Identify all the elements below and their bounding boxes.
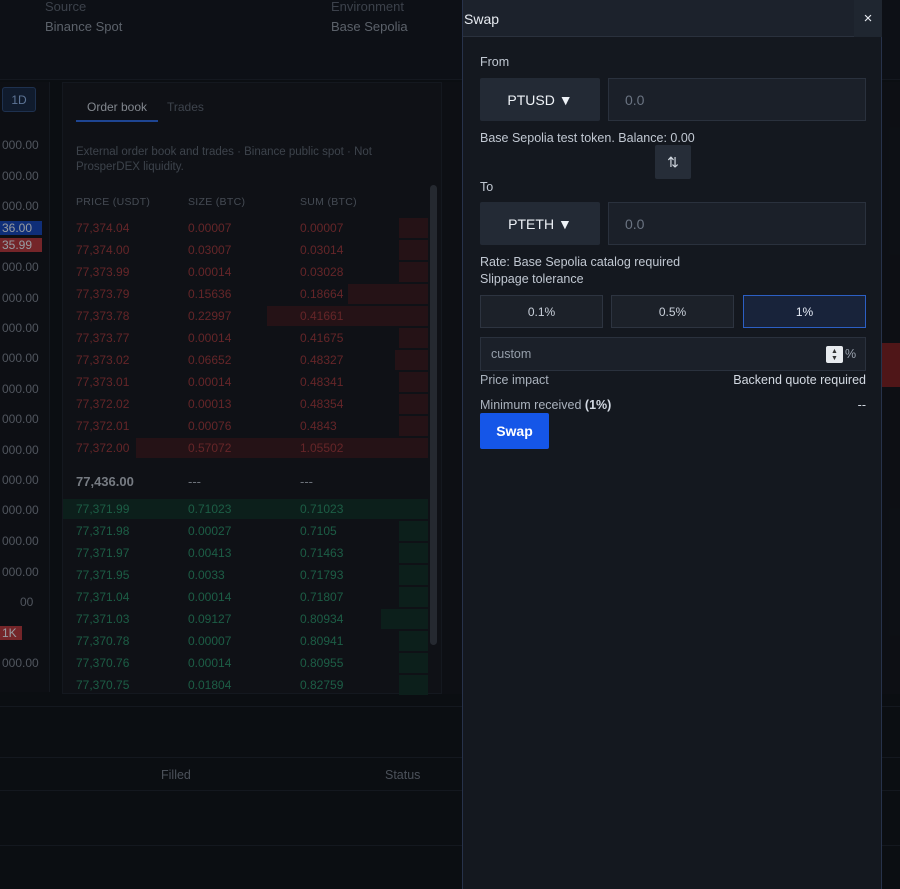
to-token-select[interactable]: PTETH ▼	[480, 202, 600, 245]
min-received-value: --	[857, 398, 866, 412]
price-impact-value: Backend quote required	[733, 373, 866, 387]
swap-submit-button[interactable]: Swap	[480, 413, 549, 449]
to-amount-input[interactable]	[608, 202, 866, 245]
stepper-down-icon: ▼	[831, 354, 838, 362]
price-impact-row: Price impact Backend quote required	[480, 373, 866, 387]
rate-text: Rate: Base Sepolia catalog required	[480, 255, 681, 269]
app-root: Source Binance Spot Environment Base Sep…	[0, 0, 900, 889]
price-impact-label: Price impact	[480, 373, 549, 387]
custom-slippage-input[interactable]	[481, 338, 821, 370]
slippage-1-button[interactable]: 1%	[743, 295, 866, 328]
slippage-label: Slippage tolerance	[480, 272, 584, 286]
from-label: From	[480, 55, 510, 69]
swap-header: Swap ×	[463, 0, 882, 37]
min-received-label: Minimum received	[480, 398, 582, 412]
swap-drawer: Swap × From PTUSD ▼ Base Sepolia test to…	[462, 0, 882, 889]
custom-slippage-stepper[interactable]: ▲ ▼	[826, 346, 843, 363]
flip-direction-button[interactable]: ⇅	[655, 145, 691, 179]
slippage-0-5-button[interactable]: 0.5%	[611, 295, 734, 328]
from-token-select[interactable]: PTUSD ▼	[480, 78, 600, 121]
from-balance-note: Base Sepolia test token. Balance: 0.00	[480, 131, 695, 145]
min-received-pct: (1%)	[584, 398, 612, 412]
custom-slippage-unit: %	[845, 347, 857, 361]
from-amount-input[interactable]	[608, 78, 866, 121]
swap-arrows-icon: ⇅	[667, 153, 679, 170]
min-received-row: Minimum received (1%) --	[480, 398, 866, 412]
slippage-0-1-button[interactable]: 0.1%	[480, 295, 603, 328]
stepper-up-icon: ▲	[831, 347, 838, 355]
to-label: To	[480, 180, 494, 194]
swap-title: Swap	[464, 11, 500, 27]
custom-slippage-field: ▲ ▼ %	[480, 337, 866, 371]
close-button[interactable]: ×	[854, 0, 882, 37]
